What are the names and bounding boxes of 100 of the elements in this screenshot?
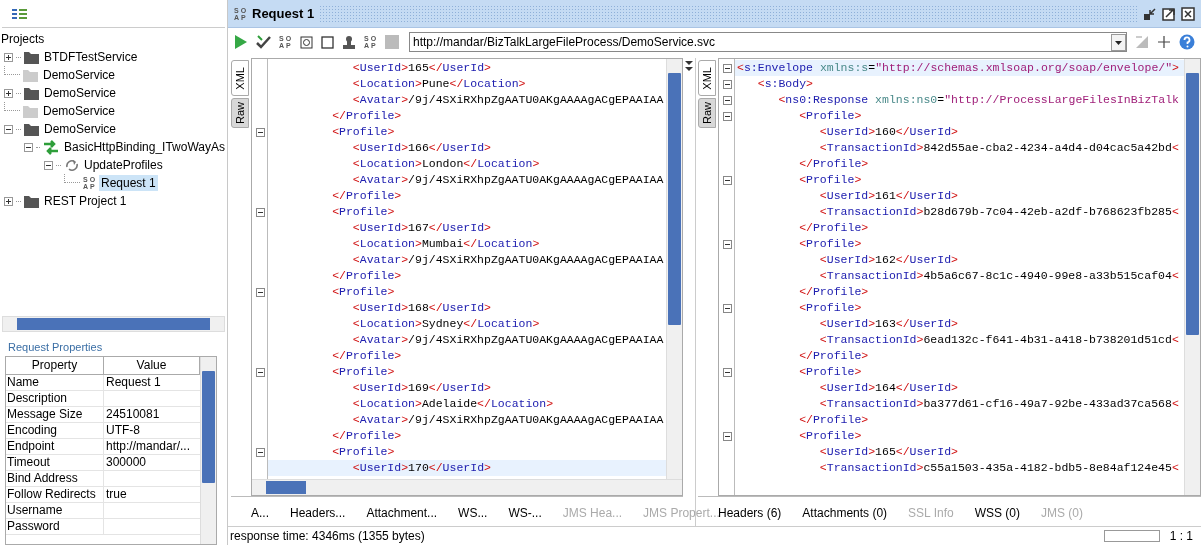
plus-icon[interactable]	[1157, 35, 1171, 49]
collapse-icon[interactable]	[722, 63, 732, 73]
tree-item[interactable]: BTDFTestService	[42, 49, 140, 65]
code-line: <UserId>163</UserId>	[818, 316, 959, 332]
run-icon[interactable]	[234, 34, 248, 50]
horizontal-scrollbar[interactable]	[2, 316, 225, 332]
collapse-icon[interactable]	[722, 175, 732, 185]
collapse-icon[interactable]	[255, 127, 265, 137]
code-line: <UserId>162</UserId>	[818, 252, 959, 268]
tab[interactable]: Attachments (0)	[802, 504, 888, 522]
side-tab[interactable]: Raw	[698, 98, 716, 128]
property-value[interactable]: Request 1	[106, 375, 161, 389]
code-line: <Profile>	[798, 108, 863, 124]
collapse-icon[interactable]	[722, 431, 732, 441]
property-value[interactable]: UTF-8	[106, 423, 140, 437]
collapse-icon[interactable]	[722, 239, 732, 249]
tree-item[interactable]: DemoService	[42, 121, 119, 137]
code-line: <TransactionId>842d55ae-cba2-4234-a4d4-d04cac5a42bd<	[818, 140, 1180, 156]
code-line: <TransactionId>4b5a6c67-8c1c-4940-99e8-a33b515caf04<	[818, 268, 1180, 284]
tree-item[interactable]: BasicHttpBinding_ITwoWayAs	[62, 139, 227, 155]
code-line: <Avatar>/9j/4SXiRXhpZgAATU0AKgAAAAgACgEPAAIAA	[351, 92, 665, 108]
code-line: </Profile>	[798, 348, 870, 364]
tree-item[interactable]: DemoService	[41, 67, 118, 83]
property-name: Name	[6, 375, 104, 390]
expand-icon[interactable]	[4, 196, 13, 206]
folder-icon	[23, 68, 38, 82]
square-icon[interactable]	[321, 35, 334, 49]
property-name: Description	[6, 391, 104, 406]
list-icon[interactable]	[12, 7, 27, 20]
endpoint-field[interactable]: http://mandar/BizTalkLargeFileProcess/DemoService.svc	[409, 32, 1127, 52]
collapse-icon[interactable]	[722, 79, 732, 89]
collapse-icon[interactable]	[24, 142, 33, 152]
collapse-icon[interactable]	[255, 207, 265, 217]
code-line: </Profile>	[798, 220, 870, 236]
side-tab[interactable]: XML	[698, 60, 716, 96]
expand-icon[interactable]	[4, 88, 13, 98]
tree-item[interactable]: DemoService	[42, 85, 119, 101]
property-name: Timeout	[6, 455, 104, 470]
code-line: </Profile>	[331, 348, 403, 364]
side-tab[interactable]: Raw	[231, 98, 249, 128]
property-value[interactable]: true	[106, 487, 127, 501]
code-line: <Profile>	[331, 444, 396, 460]
tab[interactable]: A...	[251, 504, 269, 522]
vertical-scrollbar[interactable]	[200, 357, 216, 544]
check-icon[interactable]	[256, 35, 271, 49]
collapse-icon[interactable]	[255, 447, 265, 457]
tab[interactable]: WS-...	[508, 504, 542, 522]
code-line: <Profile>	[798, 428, 863, 444]
code-line: </Profile>	[331, 108, 403, 124]
property-name: Encoding	[6, 423, 104, 438]
property-value[interactable]: http://mandar/...	[106, 439, 191, 453]
code-line: <TransactionId>c55a1503-435a-4182-bdb5-8e84af124e45<	[818, 460, 1180, 476]
horizontal-scrollbar[interactable]	[252, 479, 682, 495]
code-line: <UserId>160</UserId>	[818, 124, 959, 140]
tab[interactable]: Headers...	[290, 504, 346, 522]
splitter-arrows-icon[interactable]	[684, 60, 694, 72]
arrows-icon	[43, 139, 60, 155]
tab[interactable]: WS...	[458, 504, 488, 522]
collapse-icon[interactable]	[255, 367, 265, 377]
maximize-icon[interactable]	[1162, 6, 1176, 21]
code-line: <Location>London</Location>	[351, 156, 541, 172]
refresh-icon	[64, 158, 79, 172]
status-text: response time: 4346ms (1355 bytes)	[230, 528, 426, 545]
property-value[interactable]: 24510081	[106, 407, 160, 421]
code-line: <s:Body>	[756, 76, 814, 92]
help-icon[interactable]	[1179, 34, 1195, 50]
code-line: </Profile>	[331, 188, 403, 204]
property-value[interactable]: 300000	[106, 455, 147, 469]
collapse-icon[interactable]	[722, 95, 732, 105]
collapse-icon[interactable]	[722, 303, 732, 313]
column-header[interactable]: Property	[6, 357, 104, 374]
code-line: </Profile>	[798, 156, 870, 172]
folder-icon	[24, 122, 39, 136]
tree-item[interactable]: DemoService	[41, 103, 118, 119]
close-icon[interactable]	[1181, 6, 1195, 21]
tree-item[interactable]: REST Project 1	[42, 193, 129, 209]
collapse-icon[interactable]	[4, 124, 13, 134]
collapse-icon[interactable]	[722, 111, 732, 121]
code-line: <UserId>161</UserId>	[818, 188, 959, 204]
tab[interactable]: Headers (6)	[718, 504, 782, 522]
tab[interactable]: Attachment...	[366, 504, 438, 522]
vertical-scrollbar[interactable]	[666, 59, 682, 479]
expand-icon[interactable]	[4, 52, 13, 62]
code-line: <UserId>164</UserId>	[818, 380, 959, 396]
side-tab[interactable]: XML	[231, 60, 249, 96]
stamp-icon[interactable]	[342, 35, 356, 49]
collapse-icon[interactable]	[255, 287, 265, 297]
dropdown-icon[interactable]	[1111, 33, 1126, 51]
tab[interactable]: WSS (0)	[974, 504, 1020, 522]
tree-item[interactable]: UpdateProfiles	[82, 157, 165, 173]
tree-item[interactable]: Request 1	[99, 175, 158, 191]
restore-icon[interactable]	[1143, 6, 1157, 21]
code-line: <UserId>167</UserId>	[351, 220, 492, 236]
vertical-scrollbar[interactable]	[1184, 59, 1200, 495]
code-line: <Profile>	[798, 172, 863, 188]
collapse-icon[interactable]	[44, 160, 53, 170]
frame-icon[interactable]	[300, 35, 313, 49]
code-line: <Avatar>/9j/4SXiRXhpZgAATU0AKgAAAAgACgEPAAIAA	[351, 252, 665, 268]
code-line: <Location>Mumbai</Location>	[351, 236, 541, 252]
collapse-icon[interactable]	[722, 367, 732, 377]
